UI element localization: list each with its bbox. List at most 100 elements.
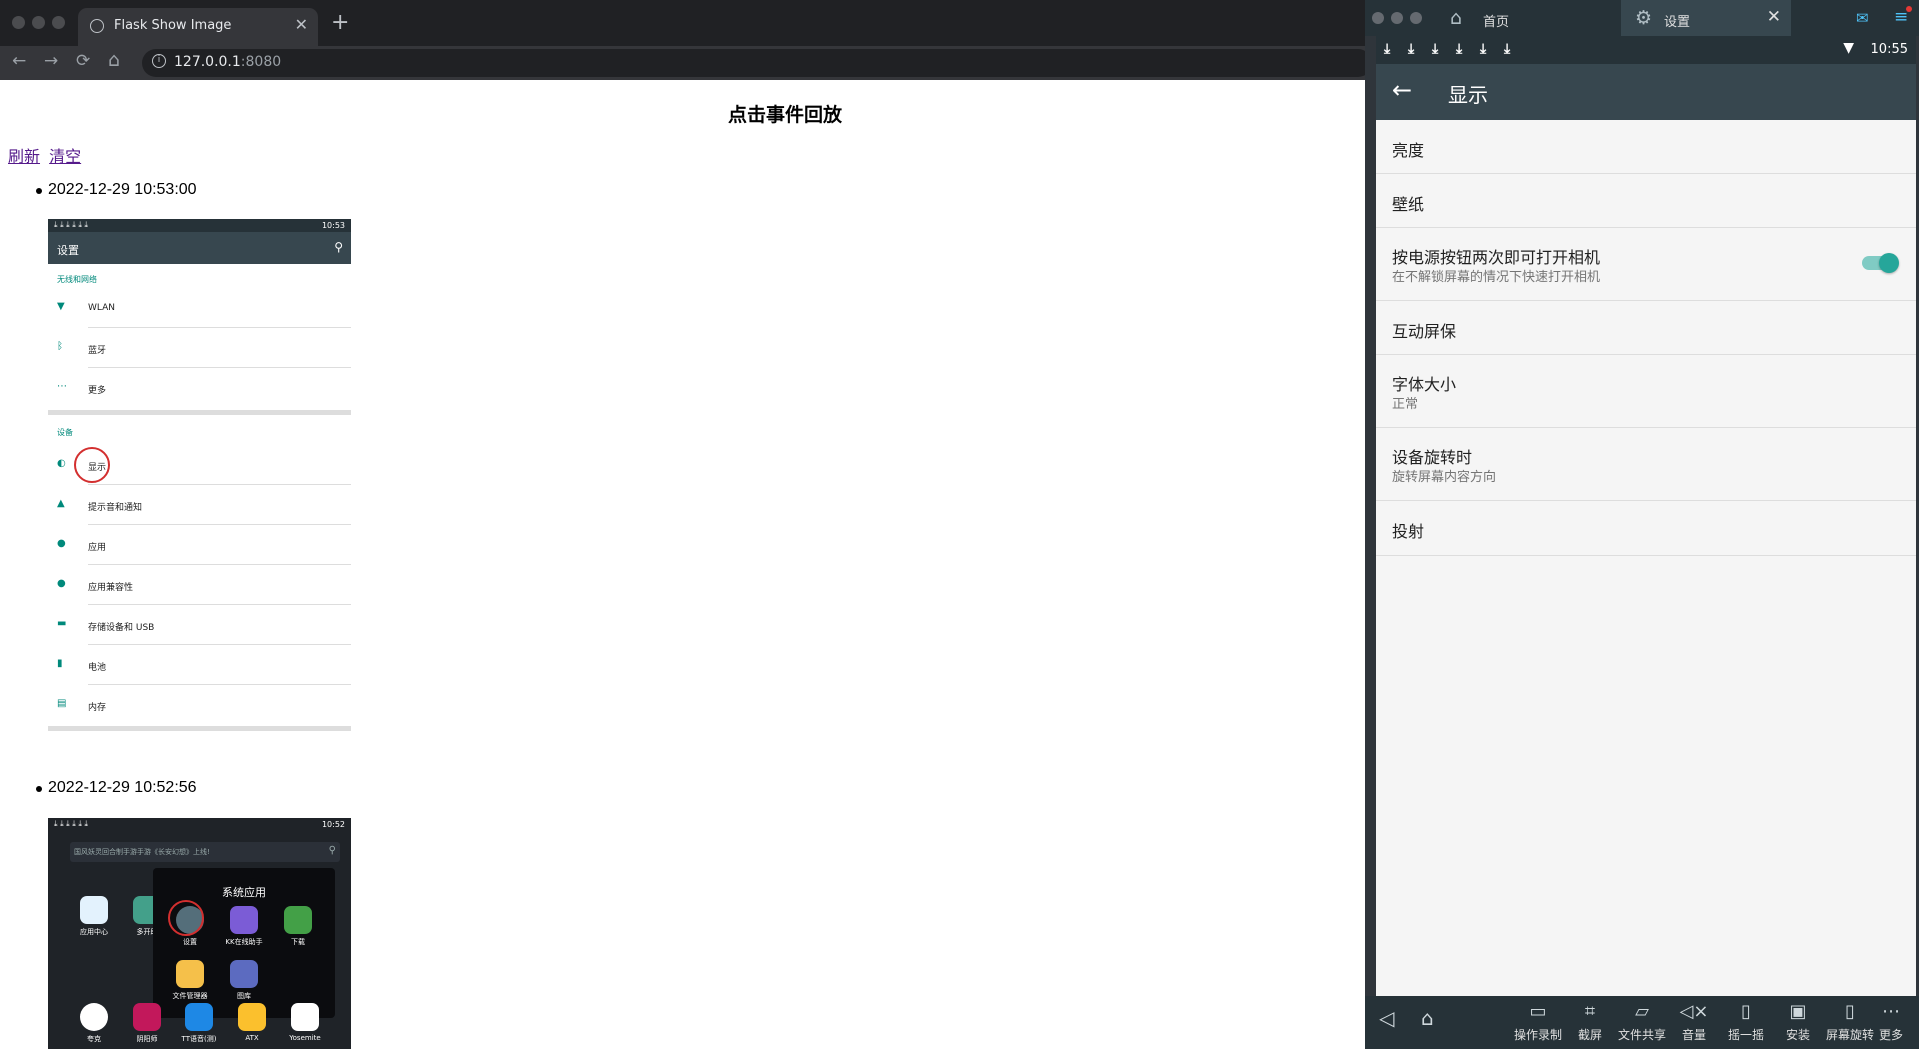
video-icon: ▭ [1529, 1001, 1547, 1022]
apk-icon: ▣ [1789, 1001, 1807, 1022]
page-title: 点击事件回放 [727, 104, 842, 126]
mail-icon[interactable]: ✉ [1856, 9, 1869, 27]
minimize-window-button[interactable] [1391, 12, 1403, 24]
app-icon-item: 下载 [273, 906, 323, 947]
emulator-titlebar: ⌂ 首页 ⚙ 设置 ✕ ✉ ≡ [1365, 0, 1919, 36]
row-label: 电池 [88, 663, 107, 673]
zoom-window-button[interactable] [1410, 12, 1422, 24]
home-icon: ⌂ [1450, 7, 1463, 29]
home-button[interactable]: ⌂ [108, 49, 120, 71]
download-icon: ⤓ ⤓ ⤓ ⤓ ⤓ ⤓ [54, 819, 88, 828]
android-icon: ● [57, 538, 66, 549]
forward-button[interactable]: → [44, 51, 58, 71]
menu-icon[interactable]: ≡ [1894, 6, 1913, 27]
entry-date-text: 2022-12-29 10:52:56 [48, 779, 197, 796]
setting-summary: 在不解锁屏幕的情况下快速打开相机 [1392, 270, 1601, 285]
list-item: ▼ WLAN [48, 288, 351, 328]
tab-close-button[interactable]: ✕ [295, 15, 308, 34]
gear-icon: ⚙ [1635, 7, 1653, 29]
back-button[interactable]: ← [12, 51, 26, 71]
app-label: 设置 [183, 938, 197, 946]
folder-popup: 系统应用 设置 KK在线助手 下载 文件管理器 图库 [153, 868, 335, 1018]
download-icon: ⤓ [1504, 41, 1511, 57]
url-host: 127.0.0.1 [174, 54, 241, 70]
setting-brightness[interactable]: 亮度 [1376, 120, 1916, 174]
setting-camera-gesture[interactable]: 按电源按钮两次即可打开相机 在不解锁屏幕的情况下快速打开相机 [1376, 228, 1916, 301]
shake-button[interactable]: ▯ 摇一摇 [1716, 1002, 1776, 1043]
volume-button[interactable]: ◁× 音量 [1664, 1002, 1724, 1043]
download-icon: ⤓ [1480, 41, 1487, 57]
row-label: 应用 [88, 543, 107, 553]
tab-settings[interactable]: ⚙ 设置 ✕ [1621, 0, 1791, 36]
toolbar-label: 更多 [1878, 1028, 1903, 1042]
refresh-link[interactable]: 刷新 [8, 147, 40, 166]
back-arrow-icon[interactable]: ← [1392, 76, 1412, 104]
list-item: ▮ 电池 [48, 645, 351, 685]
android-icon: ● [57, 578, 66, 589]
url-port: :8080 [240, 54, 282, 70]
setting-title: 亮度 [1392, 141, 1425, 160]
clear-link[interactable]: 清空 [49, 147, 81, 166]
bluetooth-icon: ᛒ [57, 341, 63, 352]
app-bar: ← 显示 [1376, 64, 1916, 120]
zoom-window-button[interactable] [52, 16, 65, 29]
app-label: 下载 [291, 938, 305, 946]
install-button[interactable]: ▣ 安装 [1768, 1002, 1828, 1043]
setting-title: 按电源按钮两次即可打开相机 [1392, 248, 1601, 267]
setting-cast[interactable]: 投射 [1376, 501, 1916, 556]
bullet [36, 786, 42, 792]
download-icon: ⤓ [1384, 41, 1391, 57]
setting-screensaver[interactable]: 互动屏保 [1376, 301, 1916, 355]
setting-title: 投射 [1392, 522, 1425, 541]
list-item: ᛒ 蓝牙 [48, 328, 351, 368]
divider [48, 410, 351, 415]
close-window-button[interactable] [12, 16, 25, 29]
setting-wallpaper[interactable]: 壁纸 [1376, 174, 1916, 228]
row-label: WLAN [88, 303, 116, 313]
screenshot-button[interactable]: ⌗ 截屏 [1560, 1002, 1620, 1043]
file-share-button[interactable]: ▱ 文件共享 [1612, 1002, 1672, 1043]
url-text: 127.0.0.1:8080 [174, 54, 281, 70]
folder-title: 系统应用 [222, 886, 266, 899]
download-app-icon [284, 906, 312, 934]
list-item: ● 应用 [48, 525, 351, 565]
gallery-icon [230, 960, 258, 988]
close-window-button[interactable] [1372, 12, 1384, 24]
list-item: ▤ 内存 [48, 685, 351, 725]
toolbar-label: 操作录制 [1513, 1028, 1562, 1042]
info-icon[interactable]: i [152, 54, 166, 68]
nav-home-icon[interactable]: ⌂ [1421, 1006, 1434, 1030]
setting-font-size[interactable]: 字体大小 正常 [1376, 355, 1916, 428]
camera-toggle-switch[interactable] [1862, 253, 1899, 273]
atx-icon [238, 1003, 266, 1031]
row-label: 内存 [88, 703, 107, 713]
entry-date-text: 2022-12-29 10:53:00 [48, 181, 197, 198]
more-button[interactable]: ⋯ 更多 [1863, 1002, 1919, 1043]
list-item: ▲ 提示音和通知 [48, 485, 351, 525]
minimize-window-button[interactable] [32, 16, 45, 29]
nav-back-icon[interactable]: ◁ [1379, 1006, 1394, 1030]
yosemite-icon [291, 1003, 319, 1031]
download-icon: ⤓ ⤓ ⤓ ⤓ ⤓ ⤓ [54, 220, 88, 229]
app-icon-item: 夸克 [69, 1003, 119, 1044]
tab-home[interactable]: ⌂ 首页 [1450, 0, 1620, 36]
reload-button[interactable]: ⟳ [76, 51, 90, 71]
setting-rotation[interactable]: 设备旋转时 旋转屏幕内容方向 [1376, 428, 1916, 501]
more-icon: ⋯ [57, 381, 67, 392]
list-item: ⋯ 更多 [48, 368, 351, 408]
new-tab-button[interactable]: + [331, 10, 349, 35]
tab-close-button[interactable]: ✕ [1767, 7, 1781, 27]
tab-title: Flask Show Image [114, 18, 232, 33]
folder-icon: ▱ [1635, 1001, 1649, 1022]
app-icon-item: ATX [227, 1003, 277, 1042]
app-icon-item: KK在线助手 [219, 906, 269, 947]
app-label: ATX [245, 1034, 259, 1042]
address-bar[interactable]: i 127.0.0.1:8080 [142, 49, 1367, 77]
setting-summary: 旋转屏幕内容方向 [1392, 470, 1497, 485]
tab-label: 设置 [1664, 15, 1691, 30]
record-button[interactable]: ▭ 操作录制 [1508, 1002, 1568, 1043]
search-icon: ⚲ [334, 240, 343, 254]
browser-tab[interactable]: Flask Show Image ✕ [78, 8, 318, 46]
status-bar: ⤓ ⤓ ⤓ ⤓ ⤓ ⤓ ▼ 10:55 [1376, 36, 1916, 64]
battery-icon: ▮ [57, 658, 63, 669]
